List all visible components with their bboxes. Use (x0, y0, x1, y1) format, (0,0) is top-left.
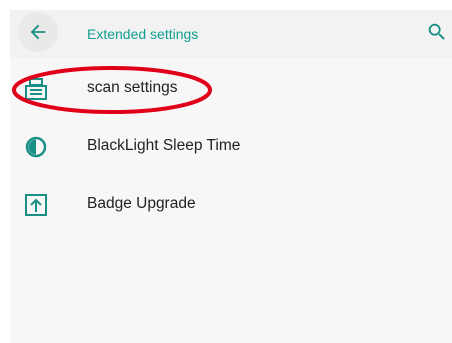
list-item-blacklight-sleep-time[interactable]: BlackLight Sleep Time (10, 118, 452, 176)
scanner-icon (25, 78, 47, 100)
search-icon[interactable] (426, 21, 448, 43)
list-item-label: Badge Upgrade (87, 195, 196, 212)
brightness-icon (25, 136, 47, 158)
list-item-label: scan settings (87, 79, 178, 96)
list-item-label: BlackLight Sleep Time (87, 137, 241, 154)
app-bar: Extended settings (10, 10, 452, 58)
list-item-badge-upgrade[interactable]: Badge Upgrade (10, 176, 452, 234)
settings-screen: Extended settings scan settings BlackLig… (10, 10, 452, 343)
list-item-scan-settings[interactable]: scan settings (10, 60, 452, 118)
page-title: Extended settings (87, 26, 199, 42)
upgrade-icon (25, 194, 47, 216)
arrow-back-icon[interactable] (27, 21, 49, 43)
